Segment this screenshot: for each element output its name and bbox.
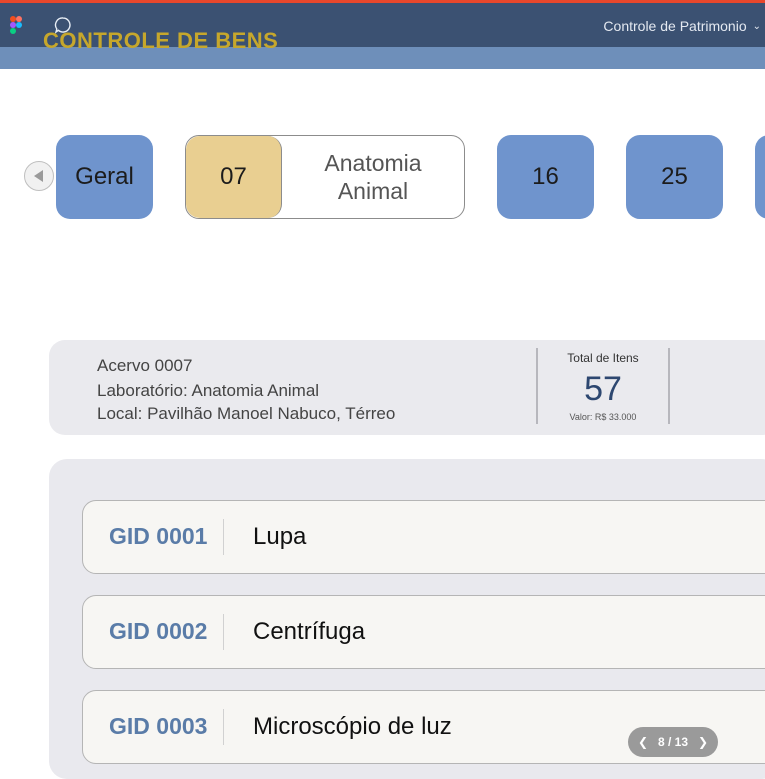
- total-items-stat: Total de Itens 57 Valor: R$ 33.000: [536, 348, 670, 424]
- acervo-id: Acervo 0007: [97, 356, 193, 375]
- tab-25[interactable]: 25: [626, 135, 723, 219]
- divider: [223, 519, 224, 555]
- tab-name: Anatomia Animal: [324, 150, 422, 204]
- acervo-info-card: Acervo 0007 Laboratório: Anatomia Animal…: [49, 340, 765, 435]
- chevron-down-icon: ⌄: [752, 21, 761, 32]
- tab-label: Geral: [75, 163, 134, 190]
- divider: [223, 709, 224, 745]
- item-name: Lupa: [253, 523, 307, 550]
- item-name: Centrífuga: [253, 618, 366, 645]
- total-items-label: Total de Itens: [567, 351, 639, 365]
- tab-active-anatomia[interactable]: 07 Anatomia Animal: [185, 135, 465, 219]
- tab-label: 25: [661, 163, 688, 190]
- tab-next-partial[interactable]: [755, 135, 765, 219]
- total-value: Valor: R$ 33.000: [569, 412, 637, 422]
- app-title: CONTROLE DE BENS: [43, 28, 279, 53]
- laboratorio: Laboratório: Anatomia Animal: [97, 381, 320, 400]
- tab-number: 07: [186, 136, 282, 218]
- page-indicator: 8 / 13: [657, 735, 689, 749]
- tab-label: 16: [532, 163, 559, 190]
- file-name-menu[interactable]: Controle de Patrimonio ⌄: [603, 18, 761, 34]
- tab-16[interactable]: 16: [497, 135, 594, 219]
- item-gid: GID 0003: [109, 713, 208, 739]
- list-item[interactable]: GID 0001 Lupa: [82, 500, 765, 574]
- chevron-right-icon[interactable]: ❯: [698, 735, 708, 749]
- item-name: Microscópio de luz: [253, 713, 452, 740]
- presentation-pager: ❮ 8 / 13 ❯: [628, 727, 718, 757]
- arrow-left-icon[interactable]: [24, 161, 54, 191]
- file-name: Controle de Patrimonio: [603, 18, 747, 34]
- chevron-left-icon[interactable]: ❮: [638, 735, 648, 749]
- item-gid: GID 0002: [109, 618, 208, 644]
- local: Local: Pavilhão Manoel Nabuco, Térreo: [97, 404, 396, 423]
- item-gid: GID 0001: [109, 523, 208, 549]
- tab-geral[interactable]: Geral: [56, 135, 153, 219]
- figma-icon[interactable]: [10, 16, 22, 34]
- list-item[interactable]: GID 0002 Centrífuga: [82, 595, 765, 669]
- divider: [223, 614, 224, 650]
- total-items-value: 57: [584, 370, 622, 408]
